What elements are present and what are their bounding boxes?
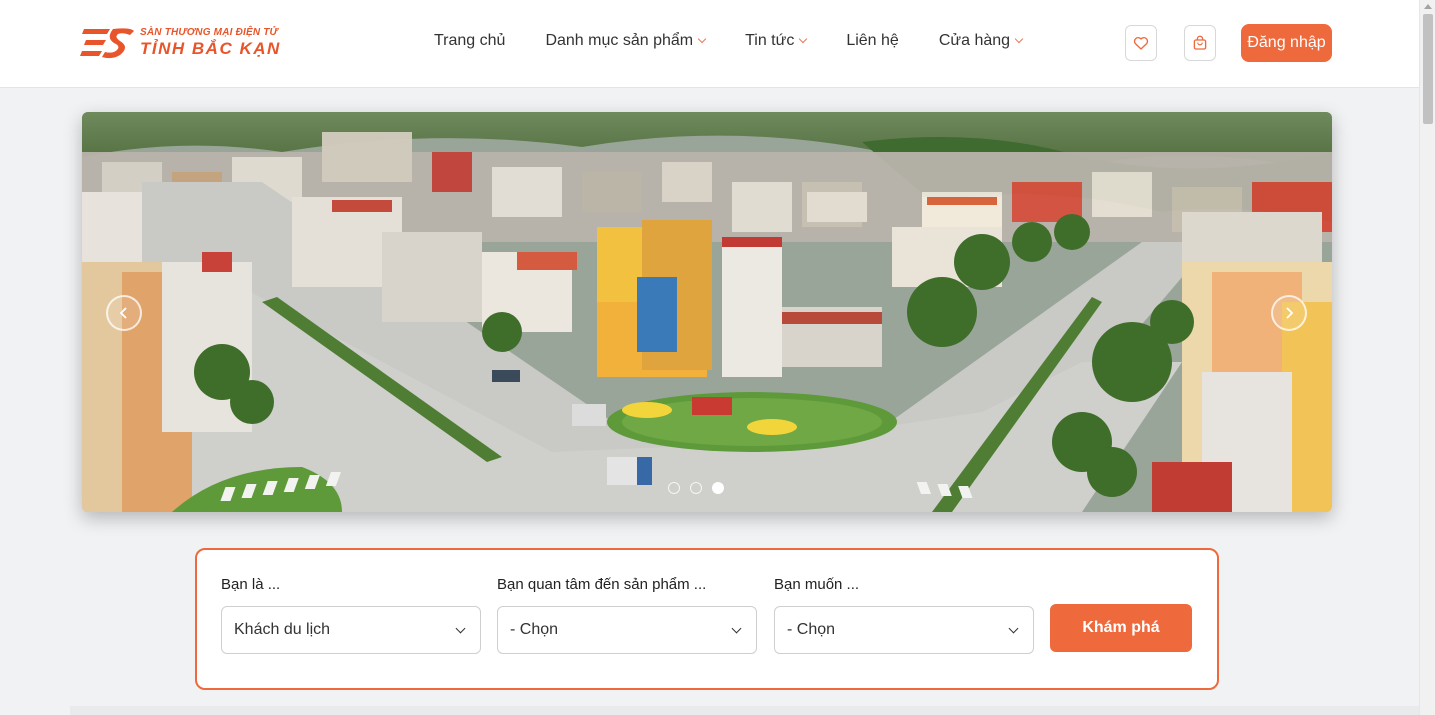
site-header: SÀN THƯƠNG MẠI ĐIỆN TỬ TỈNH BẮC KẠN Tran… bbox=[0, 0, 1419, 88]
nav-item-stores[interactable]: Cửa hàng bbox=[938, 32, 1024, 50]
nav-item-label: Danh mục sản phẩm bbox=[545, 32, 694, 49]
nav-item-label: Trang chủ bbox=[434, 32, 506, 49]
filter-who-select[interactable]: Khách du lịch bbox=[221, 606, 481, 654]
page-scrollbar[interactable] bbox=[1419, 0, 1435, 715]
chevron-right-icon bbox=[1286, 307, 1294, 319]
filter-interest-label: Bạn quan tâm đến sản phẩm ... bbox=[497, 576, 707, 593]
filter-want-group: Bạn muốn ... - Chọn bbox=[774, 576, 1034, 654]
scrollbar-thumb[interactable] bbox=[1423, 14, 1433, 124]
filter-who-group: Bạn là ... Khách du lịch bbox=[221, 576, 481, 654]
hero-carousel[interactable] bbox=[82, 112, 1332, 512]
filter-who-value: Khách du lịch bbox=[234, 621, 331, 638]
filter-interest-value: - Chọn bbox=[510, 621, 559, 638]
shopping-bag-icon bbox=[1193, 35, 1207, 50]
carousel-dot[interactable] bbox=[690, 482, 702, 494]
login-button[interactable]: Đăng nhập bbox=[1241, 24, 1332, 62]
chevron-down-icon bbox=[799, 34, 808, 44]
nav-item-product-categories[interactable]: Danh mục sản phẩm bbox=[545, 32, 707, 50]
brand-logo[interactable]: SÀN THƯƠNG MẠI ĐIỆN TỬ TỈNH BẮC KẠN bbox=[80, 22, 290, 64]
nav-item-label: Cửa hàng bbox=[938, 32, 1011, 49]
nav-item-label: Tin tức bbox=[745, 32, 795, 49]
chevron-down-icon bbox=[697, 34, 707, 44]
discovery-filter: Bạn là ... Khách du lịch Bạn quan tâm đế… bbox=[195, 548, 1219, 690]
carousel-prev-button[interactable] bbox=[106, 295, 142, 331]
nav-item-news[interactable]: Tin tức bbox=[745, 32, 808, 50]
chevron-left-icon bbox=[119, 307, 127, 319]
heart-icon bbox=[1133, 36, 1149, 50]
filter-who-label: Bạn là ... bbox=[221, 576, 281, 593]
nav-item-home[interactable]: Trang chủ bbox=[434, 32, 505, 50]
filter-interest-select[interactable]: - Chọn bbox=[497, 606, 757, 654]
main-nav: Trang chủ Danh mục sản phẩm Tin tức Liên… bbox=[434, 32, 1062, 50]
carousel-dots bbox=[668, 482, 724, 494]
chevron-down-icon bbox=[455, 623, 466, 634]
chevron-down-icon bbox=[1008, 623, 1019, 634]
filter-want-value: - Chọn bbox=[787, 621, 836, 638]
wishlist-button[interactable] bbox=[1125, 25, 1157, 61]
filter-interest-group: Bạn quan tâm đến sản phẩm ... - Chọn bbox=[497, 576, 757, 654]
logo-mark-icon bbox=[80, 23, 136, 63]
carousel-dot[interactable] bbox=[668, 482, 680, 494]
brand-tagline: SÀN THƯƠNG MẠI ĐIỆN TỬ bbox=[140, 27, 278, 38]
chevron-down-icon bbox=[1014, 34, 1024, 44]
brand-name: TỈNH BẮC KẠN bbox=[140, 39, 281, 58]
chevron-down-icon bbox=[731, 623, 742, 634]
carousel-dot-active[interactable] bbox=[712, 482, 724, 494]
filter-want-select[interactable]: - Chọn bbox=[774, 606, 1034, 654]
filter-want-label: Bạn muốn ... bbox=[774, 576, 860, 593]
explore-button[interactable]: Khám phá bbox=[1050, 604, 1192, 652]
nav-item-contact[interactable]: Liên hệ bbox=[846, 32, 899, 50]
next-section-edge bbox=[70, 706, 1419, 715]
hero-slide-image bbox=[82, 112, 1332, 512]
carousel-next-button[interactable] bbox=[1271, 295, 1307, 331]
scroll-up-arrow-icon[interactable] bbox=[1424, 4, 1432, 9]
cart-button[interactable] bbox=[1184, 25, 1216, 61]
nav-item-label: Liên hệ bbox=[846, 32, 899, 49]
